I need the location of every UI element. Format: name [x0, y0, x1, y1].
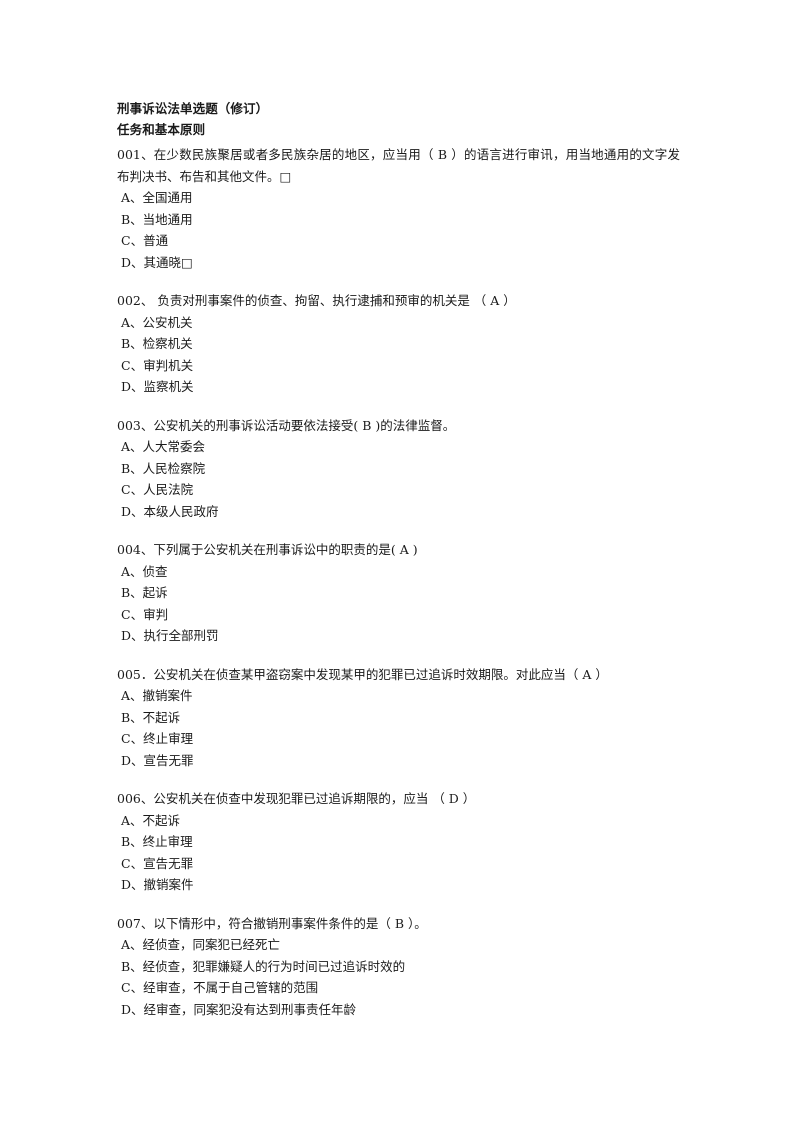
option-item[interactable]: D、执行全部刑罚 — [117, 625, 680, 647]
option-item[interactable]: C、终止审理 — [117, 728, 680, 750]
option-item[interactable]: A、不起诉 — [117, 810, 680, 832]
option-item[interactable]: C、人民法院 — [117, 479, 680, 501]
question-block: 002、 负责对刑事案件的侦查、拘留、执行逮捕和预审的机关是 （ A ） A、公安… — [117, 290, 680, 398]
option-item[interactable]: C、审判机关 — [117, 355, 680, 377]
option-item[interactable]: B、起诉 — [117, 582, 680, 604]
question-stem: 001、在少数民族聚居或者多民族杂居的地区，应当用（ B ）的语言进行审讯，用当… — [117, 147, 680, 184]
option-list: A、侦查 B、起诉 C、审判 D、执行全部刑罚 — [117, 561, 680, 647]
option-item[interactable]: A、全国通用 — [117, 187, 680, 209]
question-block: 006、公安机关在侦查中发现犯罪已过追诉期限的，应当 （ D ） A、不起诉 B、终… — [117, 788, 680, 896]
option-item[interactable]: B、终止审理 — [117, 831, 680, 853]
question-stem: 003、公安机关的刑事诉讼活动要依法接受( B )的法律监督。 — [117, 417, 456, 433]
option-item[interactable]: D、宣告无罪 — [117, 750, 680, 772]
option-item[interactable]: C、经审查，不属于自己管辖的范围 — [117, 977, 680, 999]
option-list: A、人大常委会 B、人民检察院 C、人民法院 D、本级人民政府 — [117, 436, 680, 522]
option-item[interactable]: A、经侦查，同案犯已经死亡 — [117, 934, 680, 956]
option-list: A、不起诉 B、终止审理 C、宣告无罪 D、撤销案件 — [117, 810, 680, 896]
option-item[interactable]: A、撤销案件 — [117, 685, 680, 707]
option-item[interactable]: C、审判 — [117, 604, 680, 626]
option-item[interactable]: A、人大常委会 — [117, 436, 680, 458]
question-block: 003、公安机关的刑事诉讼活动要依法接受( B )的法律监督。 A、人大常委会 B、… — [117, 415, 680, 523]
option-item[interactable]: A、公安机关 — [117, 312, 680, 334]
option-list: A、公安机关 B、检察机关 C、审判机关 D、监察机关 — [117, 312, 680, 398]
option-item[interactable]: C、宣告无罪 — [117, 853, 680, 875]
document-title: 刑事诉讼法单选题（修订） — [117, 101, 269, 116]
question-stem: 002、 负责对刑事案件的侦查、拘留、执行逮捕和预审的机关是 （ A ） — [117, 293, 516, 308]
option-item[interactable]: D、撤销案件 — [117, 874, 680, 896]
option-item[interactable]: D、经审查，同案犯没有达到刑事责任年龄 — [117, 999, 680, 1021]
option-item[interactable]: B、人民检察院 — [117, 458, 680, 480]
question-block: 004、下列属于公安机关在刑事诉讼中的职责的是( A ) A、侦查 B、起诉 C、审判… — [117, 539, 680, 647]
option-item[interactable]: D、本级人民政府 — [117, 501, 680, 523]
option-list: A、经侦查，同案犯已经死亡 B、经侦查，犯罪嫌疑人的行为时间已过追诉时效的 C、经审… — [117, 934, 680, 1020]
option-item[interactable]: B、当地通用 — [117, 209, 680, 231]
document-page: 刑事诉讼法单选题（修订） 任务和基本原则 001、在少数民族聚居或者多民族杂居的… — [0, 0, 793, 1122]
question-block: 001、在少数民族聚居或者多民族杂居的地区，应当用（ B ）的语言进行审讯，用当… — [117, 144, 680, 273]
document-subtitle: 任务和基本原则 — [117, 122, 206, 137]
question-stem: 004、下列属于公安机关在刑事诉讼中的职责的是( A ) — [117, 542, 418, 557]
option-item[interactable]: D、其通晓□ — [117, 252, 680, 274]
option-item[interactable]: B、经侦查，犯罪嫌疑人的行为时间已过追诉时效的 — [117, 956, 680, 978]
option-item[interactable]: C、普通 — [117, 230, 680, 252]
option-item[interactable]: A、侦查 — [117, 561, 680, 583]
option-list: A、全国通用 B、当地通用 C、普通 D、其通晓□ — [117, 187, 680, 273]
question-list: 001、在少数民族聚居或者多民族杂居的地区，应当用（ B ）的语言进行审讯，用当… — [117, 144, 680, 1020]
option-item[interactable]: B、不起诉 — [117, 707, 680, 729]
question-stem: 005．公安机关在侦查某甲盗窃案中发现某甲的犯罪已过追诉时效期限。对此应当（ A… — [117, 666, 608, 682]
question-block: 005．公安机关在侦查某甲盗窃案中发现某甲的犯罪已过追诉时效期限。对此应当（ A… — [117, 664, 680, 772]
option-item[interactable]: D、监察机关 — [117, 376, 680, 398]
question-block: 007、以下情形中，符合撤销刑事案件条件的是（ B ）。 A、经侦查，同案犯已经死… — [117, 913, 680, 1021]
question-stem: 006、公安机关在侦查中发现犯罪已过追诉期限的，应当 （ D ） — [117, 791, 476, 806]
option-list: A、撤销案件 B、不起诉 C、终止审理 D、宣告无罪 — [117, 685, 680, 771]
option-item[interactable]: B、检察机关 — [117, 333, 680, 355]
question-stem: 007、以下情形中，符合撤销刑事案件条件的是（ B ）。 — [117, 915, 427, 931]
